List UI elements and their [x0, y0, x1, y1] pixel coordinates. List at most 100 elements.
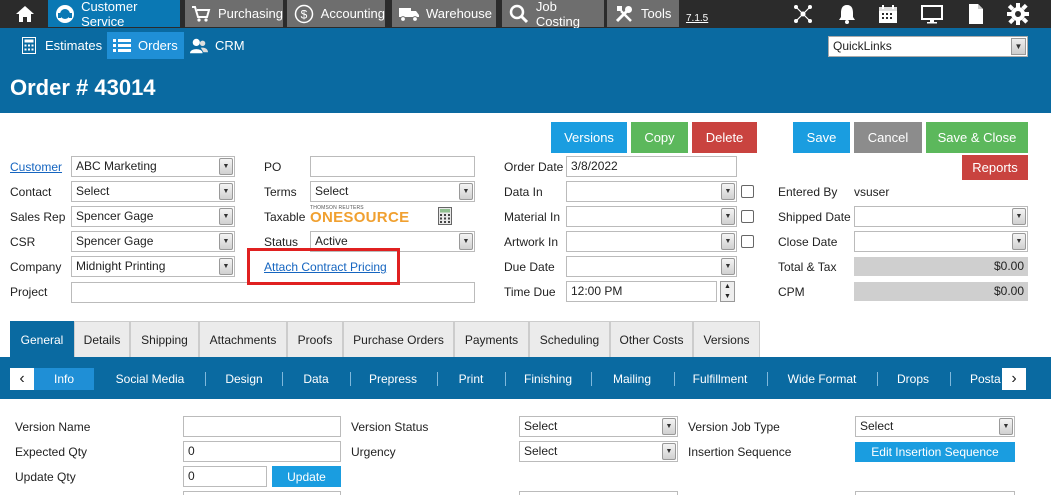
tab-other-costs[interactable]: Other Costs	[610, 321, 693, 357]
gear-icon[interactable]	[1007, 3, 1029, 25]
chevron-down-icon: ▼	[721, 208, 735, 225]
next-field-input[interactable]	[855, 491, 1015, 495]
subtab-info[interactable]: Info	[34, 368, 94, 390]
urgency-select[interactable]: Select ▼	[519, 441, 678, 462]
tab-attachments[interactable]: Attachments	[199, 321, 287, 357]
nav-crm[interactable]: CRM	[184, 32, 251, 59]
bell-icon[interactable]	[836, 3, 858, 25]
nav-estimates[interactable]: Estimates	[14, 32, 108, 59]
artwork-in-checkbox[interactable]	[741, 235, 754, 248]
next-field-input[interactable]	[519, 491, 678, 495]
version-link[interactable]: 7.1.5	[686, 13, 708, 24]
data-in-select[interactable]: ▼	[566, 181, 737, 202]
page-title: Order # 43014	[10, 75, 156, 100]
subtab-design[interactable]: Design	[210, 368, 278, 390]
urgency-label: Urgency	[351, 445, 396, 459]
network-icon[interactable]	[792, 3, 814, 25]
version-name-input[interactable]	[183, 416, 341, 437]
cancel-button[interactable]: Cancel	[854, 122, 922, 153]
update-button[interactable]: Update	[272, 466, 341, 487]
subtab-postage[interactable]: Posta	[954, 368, 1002, 390]
contact-value: Select	[76, 184, 110, 198]
subtab-print[interactable]: Print	[441, 368, 501, 390]
subtab-prepress[interactable]: Prepress	[354, 368, 432, 390]
subtab-social-media[interactable]: Social Media	[100, 368, 200, 390]
chevron-right-icon[interactable]: ›	[1002, 368, 1026, 390]
tab-scheduling[interactable]: Scheduling	[529, 321, 610, 357]
chevron-left-icon[interactable]: ‹	[10, 368, 34, 390]
save-close-button[interactable]: Save & Close	[926, 122, 1028, 153]
material-in-checkbox[interactable]	[741, 210, 754, 223]
company-label: Company	[10, 260, 62, 274]
nav-accounting[interactable]: $ Accounting	[287, 0, 385, 27]
artwork-in-select[interactable]: ▼	[566, 231, 737, 252]
time-due-input[interactable]: 12:00 PM	[566, 281, 717, 302]
shipped-date-select[interactable]: ▼	[854, 206, 1028, 227]
calculator-icon[interactable]	[438, 207, 452, 228]
tab-purchase-orders[interactable]: Purchase Orders	[343, 321, 454, 357]
next-field-input[interactable]	[183, 491, 341, 495]
po-input[interactable]	[310, 156, 475, 177]
nav-warehouse[interactable]: Warehouse	[392, 0, 496, 27]
tab-shipping[interactable]: Shipping	[130, 321, 199, 357]
insertion-sequence-label: Insertion Sequence	[688, 445, 792, 459]
time-due-label: Time Due	[504, 285, 556, 299]
subtab-drops[interactable]: Drops	[881, 368, 945, 390]
version-status-select[interactable]: Select ▼	[519, 416, 678, 437]
tab-proofs[interactable]: Proofs	[287, 321, 343, 357]
close-date-select[interactable]: ▼	[854, 231, 1028, 252]
expected-qty-input[interactable]: 0	[183, 441, 341, 462]
customer-link[interactable]: Customer	[10, 160, 62, 174]
calendar-icon[interactable]	[877, 3, 899, 25]
nav-orders[interactable]: Orders	[107, 32, 184, 59]
company-value: Midnight Printing	[76, 259, 166, 273]
headset-icon	[54, 3, 75, 25]
version-job-type-select[interactable]: Select ▼	[855, 416, 1015, 437]
nav-label: CRM	[215, 38, 245, 53]
project-input[interactable]	[71, 282, 475, 303]
time-due-spinner[interactable]: ▲ ▼	[720, 281, 735, 302]
tab-versions[interactable]: Versions	[693, 321, 760, 357]
nav-tools[interactable]: Tools	[607, 0, 679, 27]
tab-payments[interactable]: Payments	[454, 321, 529, 357]
tab-details[interactable]: Details	[74, 321, 130, 357]
subtab-wide-format[interactable]: Wide Format	[771, 368, 873, 390]
customer-select[interactable]: ABC Marketing ▼	[71, 156, 235, 177]
due-date-select[interactable]: ▼	[566, 256, 737, 277]
document-icon[interactable]	[965, 3, 987, 25]
subtab-fulfillment[interactable]: Fulfillment	[678, 368, 762, 390]
terms-select[interactable]: Select ▼	[310, 181, 475, 202]
home-icon[interactable]	[8, 2, 42, 26]
material-in-select[interactable]: ▼	[566, 206, 737, 227]
nav-customer-service[interactable]: Customer Service	[48, 0, 180, 29]
edit-insertion-sequence-button[interactable]: Edit Insertion Sequence	[855, 442, 1015, 462]
tools-icon	[613, 3, 635, 25]
customer-value: ABC Marketing	[76, 159, 157, 173]
order-date-input[interactable]: 3/8/2022	[566, 156, 737, 177]
quicklinks-select[interactable]: QuickLinks ▼	[828, 36, 1028, 57]
entered-by-label: Entered By	[778, 185, 838, 199]
monitor-icon[interactable]	[921, 3, 943, 25]
delete-button[interactable]: Delete	[692, 122, 757, 153]
shipped-date-label: Shipped Date	[778, 210, 851, 224]
copy-button[interactable]: Copy	[631, 122, 688, 153]
chevron-down-icon: ▼	[724, 292, 731, 300]
data-in-checkbox[interactable]	[741, 185, 754, 198]
company-select[interactable]: Midnight Printing ▼	[71, 256, 235, 277]
subtab-data[interactable]: Data	[286, 368, 346, 390]
sales-rep-select[interactable]: Spencer Gage ▼	[71, 206, 235, 227]
nav-purchasing[interactable]: Purchasing	[185, 0, 283, 27]
csr-value: Spencer Gage	[76, 234, 154, 248]
nav-label: Customer Service	[81, 0, 138, 29]
subtab-finishing[interactable]: Finishing	[509, 368, 587, 390]
contact-select[interactable]: Select ▼	[71, 181, 235, 202]
nav-job-costing[interactable]: Job Costing	[502, 0, 604, 29]
csr-select[interactable]: Spencer Gage ▼	[71, 231, 235, 252]
versions-button[interactable]: Versions	[551, 122, 627, 153]
tab-general[interactable]: General	[10, 321, 74, 357]
subtab-mailing[interactable]: Mailing	[595, 368, 669, 390]
update-qty-input[interactable]: 0	[183, 466, 267, 487]
save-button[interactable]: Save	[793, 122, 850, 153]
reports-button[interactable]: Reports	[962, 155, 1028, 180]
tab-separator	[505, 372, 506, 386]
